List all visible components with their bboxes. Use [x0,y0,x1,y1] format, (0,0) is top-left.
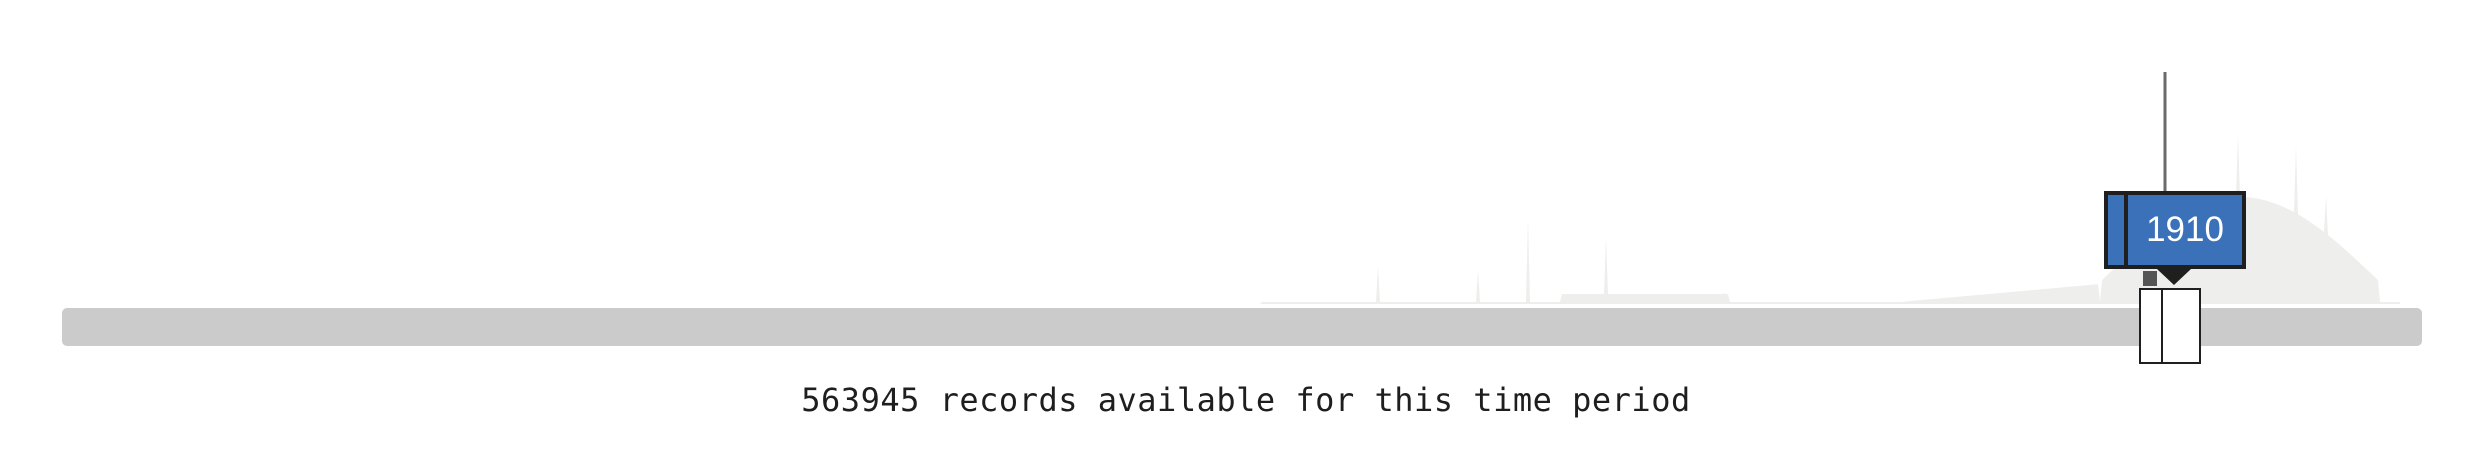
timeline-track[interactable] [62,308,2422,346]
records-available-text: 563945 records available for this time p… [801,381,1691,419]
tooltip-pointer-shadow [2143,271,2157,286]
selected-year-label: 1910 [2146,210,2224,249]
timeline-slider[interactable]: 1910 563945 records available for this t… [0,0,2492,458]
range-handle-icon[interactable] [2139,288,2201,364]
tooltip-pointer [2157,269,2191,285]
selected-year-tooltip: 1910 [2104,191,2246,269]
handle-grip [2161,290,2163,362]
